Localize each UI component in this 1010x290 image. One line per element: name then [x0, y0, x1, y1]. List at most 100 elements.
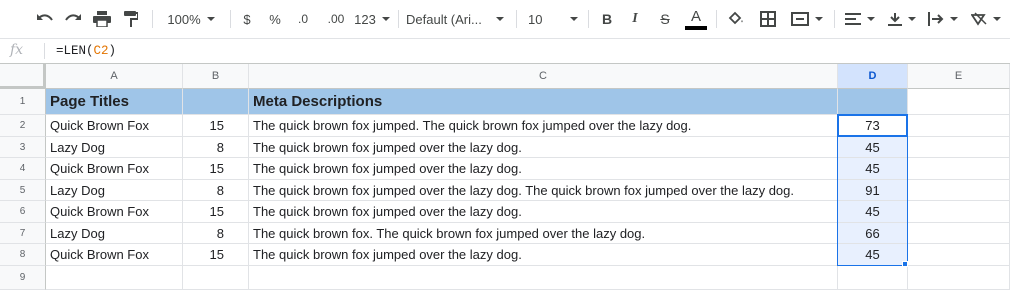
- cell-c7[interactable]: The quick brown fox. The quick brown fox…: [249, 223, 838, 244]
- cell-e9[interactable]: [908, 266, 1010, 290]
- row-header-8[interactable]: 8: [0, 244, 46, 266]
- chevron-down-icon: [570, 17, 579, 21]
- cell-a6[interactable]: Quick Brown Fox: [46, 201, 183, 223]
- font-size-value: 10: [528, 11, 543, 27]
- column-header-c[interactable]: C: [249, 64, 838, 89]
- cell-d1[interactable]: [838, 89, 908, 115]
- fx-icon: fx: [10, 42, 24, 58]
- cell-c4[interactable]: The quick brown fox jumped over the lazy…: [249, 158, 838, 180]
- decrease-decimal-button[interactable]: .0: [292, 0, 314, 38]
- cell-b9[interactable]: [183, 266, 249, 290]
- column-header-b[interactable]: B: [183, 64, 249, 89]
- valign-bottom-icon[interactable]: [884, 0, 920, 38]
- cell-b6[interactable]: 15: [183, 201, 249, 223]
- cell-d6[interactable]: 45: [838, 201, 908, 223]
- font-size-select[interactable]: 10: [524, 0, 582, 38]
- borders-icon[interactable]: [756, 0, 780, 38]
- row-header-1[interactable]: 1: [0, 89, 46, 115]
- cell-c2[interactable]: The quick brown fox jumped. The quick br…: [249, 115, 838, 137]
- cell-a8[interactable]: Quick Brown Fox: [46, 244, 183, 266]
- cell-c8[interactable]: The quick brown fox jumped over the lazy…: [249, 244, 838, 266]
- cell-a5[interactable]: Lazy Dog: [46, 180, 183, 201]
- column-header-a[interactable]: A: [46, 64, 183, 89]
- cell-a4[interactable]: Quick Brown Fox: [46, 158, 183, 180]
- strikethrough-button[interactable]: S: [656, 0, 674, 38]
- row-header-3[interactable]: 3: [0, 137, 46, 158]
- text-wrap-icon[interactable]: [924, 0, 962, 38]
- cell-c1[interactable]: Meta Descriptions: [249, 89, 838, 115]
- cell-a9[interactable]: [46, 266, 183, 290]
- cell-d2[interactable]: 73: [838, 115, 908, 137]
- toolbar-divider: [834, 10, 835, 28]
- cell-c6[interactable]: The quick brown fox jumped over the lazy…: [249, 201, 838, 223]
- merge-cells-icon[interactable]: [786, 0, 828, 38]
- increase-decimal-button[interactable]: .00: [322, 0, 350, 38]
- cell-e8[interactable]: [908, 244, 1010, 266]
- cell-a1[interactable]: Page Titles: [46, 89, 183, 115]
- toolbar-divider: [588, 10, 589, 28]
- font-select[interactable]: Default (Ari...: [406, 0, 514, 38]
- cell-c9[interactable]: [249, 266, 838, 290]
- cell-e7[interactable]: [908, 223, 1010, 244]
- print-icon[interactable]: [90, 0, 114, 38]
- text-color-label: A: [690, 7, 701, 25]
- italic-button[interactable]: I: [626, 0, 644, 38]
- cell-a7[interactable]: Lazy Dog: [46, 223, 183, 244]
- zoom-select[interactable]: 100%: [160, 0, 222, 38]
- redo-icon[interactable]: [62, 0, 84, 38]
- text-rotation-icon[interactable]: [966, 0, 1006, 38]
- cell-a2[interactable]: Quick Brown Fox: [46, 115, 183, 137]
- chevron-down-icon: [867, 17, 875, 21]
- row-header-5[interactable]: 5: [0, 180, 46, 201]
- italic-label: I: [632, 11, 638, 26]
- paint-format-icon[interactable]: [120, 0, 142, 38]
- toolbar-divider: [398, 10, 399, 28]
- cell-d7[interactable]: 66: [838, 223, 908, 244]
- font-value: Default (Ari...: [406, 11, 482, 27]
- cell-b1[interactable]: [183, 89, 249, 115]
- text-color-button[interactable]: A: [684, 0, 708, 38]
- percent-button[interactable]: %: [266, 0, 284, 38]
- toolbar: 100% $ % .0 .00 123 Default (Ari... 10 B…: [0, 0, 1010, 38]
- row-header-6[interactable]: 6: [0, 201, 46, 223]
- cell-b4[interactable]: 15: [183, 158, 249, 180]
- cell-e3[interactable]: [908, 137, 1010, 158]
- bold-button[interactable]: B: [598, 0, 616, 38]
- cell-d5[interactable]: 91: [838, 180, 908, 201]
- chevron-down-icon: [950, 17, 958, 21]
- cell-b2[interactable]: 15: [183, 115, 249, 137]
- cell-b8[interactable]: 15: [183, 244, 249, 266]
- currency-button[interactable]: $: [238, 0, 256, 38]
- cell-b7[interactable]: 8: [183, 223, 249, 244]
- cell-d8[interactable]: 45: [838, 244, 908, 266]
- chevron-down-icon: [908, 17, 916, 21]
- column-header-e[interactable]: E: [908, 64, 1010, 89]
- row-header-9[interactable]: 9: [0, 266, 46, 290]
- cell-d9[interactable]: [838, 266, 908, 290]
- select-all-corner[interactable]: [0, 64, 46, 89]
- row-header-2[interactable]: 2: [0, 115, 46, 137]
- cell-c3[interactable]: The quick brown fox jumped over the lazy…: [249, 137, 838, 158]
- cell-d3[interactable]: 45: [838, 137, 908, 158]
- undo-icon[interactable]: [34, 0, 56, 38]
- cell-e1[interactable]: [908, 89, 1010, 115]
- row-header-4[interactable]: 4: [0, 158, 46, 180]
- cell-a3[interactable]: Lazy Dog: [46, 137, 183, 158]
- cell-b3[interactable]: 8: [183, 137, 249, 158]
- cell-e5[interactable]: [908, 180, 1010, 201]
- column-header-d[interactable]: D: [838, 64, 908, 89]
- cell-e2[interactable]: [908, 115, 1010, 137]
- cell-e6[interactable]: [908, 201, 1010, 223]
- cell-b5[interactable]: 8: [183, 180, 249, 201]
- cell-e4[interactable]: [908, 158, 1010, 180]
- fill-color-icon[interactable]: [724, 0, 748, 38]
- align-left-icon[interactable]: [842, 0, 878, 38]
- zoom-value: 100%: [167, 11, 201, 27]
- formula-input[interactable]: =LEN(C2): [56, 44, 116, 58]
- more-formats-button[interactable]: 123: [352, 0, 392, 38]
- cell-d4[interactable]: 45: [838, 158, 908, 180]
- currency-label: $: [243, 11, 251, 27]
- row-header-7[interactable]: 7: [0, 223, 46, 244]
- fill-handle[interactable]: [902, 261, 908, 267]
- cell-c5[interactable]: The quick brown fox jumped over the lazy…: [249, 180, 838, 201]
